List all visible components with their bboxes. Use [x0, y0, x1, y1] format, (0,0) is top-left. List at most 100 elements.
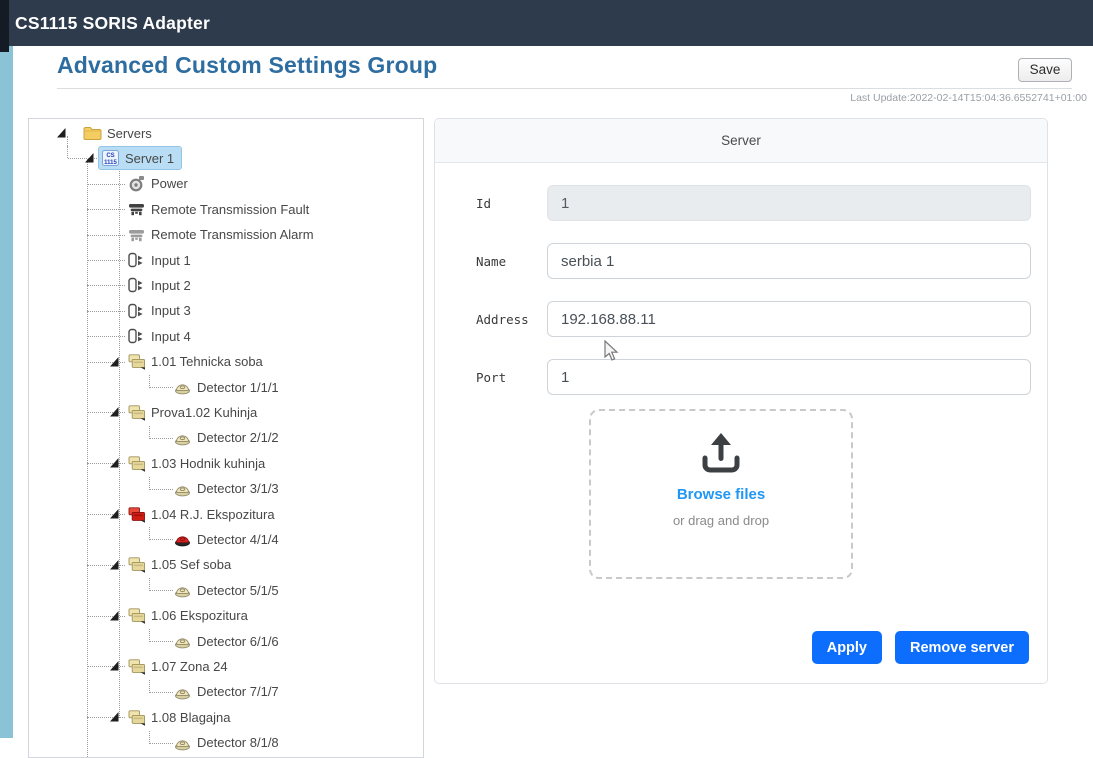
expander-icon[interactable] — [110, 611, 119, 621]
expander-icon[interactable] — [110, 458, 119, 468]
tree-item-detector-6-1-6[interactable]: Detector 6/1/6 — [29, 629, 423, 654]
tree-item-label: Input 1 — [151, 253, 191, 268]
expander-icon[interactable] — [85, 153, 94, 163]
tree-item-wrap: Power — [125, 173, 195, 195]
tree-connector-line — [87, 717, 125, 718]
tree-item-label: Detector 6/1/6 — [197, 634, 279, 649]
tree-item-wrap: 1.03 Hodnik kuhinja — [125, 452, 272, 474]
address-label: Address — [476, 312, 547, 327]
expander-icon[interactable] — [110, 509, 119, 519]
apply-button[interactable]: Apply — [812, 631, 882, 664]
browse-files-link[interactable]: Browse files — [591, 486, 851, 503]
zone-icon — [127, 556, 146, 573]
folder-icon — [83, 125, 102, 141]
address-field[interactable] — [547, 301, 1031, 337]
tree-item-label: Input 4 — [151, 329, 191, 344]
tree-item-prova1-02-kuhinja[interactable]: Prova1.02 Kuhinja — [29, 400, 423, 425]
id-field-row: Id — [435, 185, 1047, 221]
id-label: Id — [476, 196, 547, 211]
tree-item-remote-transmission-alarm[interactable]: Remote Transmission Alarm — [29, 223, 423, 248]
tree-item-label: Detector 7/1/7 — [197, 684, 279, 699]
tree-item-wrap: Detector 2/1/2 — [171, 427, 286, 449]
name-field[interactable] — [547, 243, 1031, 279]
input-icon — [127, 303, 146, 319]
input-icon — [127, 328, 146, 344]
tree-item-label: Detector 5/1/5 — [197, 583, 279, 598]
file-dropzone[interactable]: Browse files or drag and drop — [589, 409, 853, 579]
tree-connector-line — [87, 311, 125, 312]
server-tree: ServersCS1115Server 1 Power Remote Transmi… — [28, 118, 424, 758]
tree-item-label: 1.04 R.J. Ekspozitura — [151, 507, 275, 522]
tree-item-detector-5-1-5[interactable]: Detector 5/1/5 — [29, 578, 423, 603]
tree-item-label: 1.06 Ekspozitura — [151, 608, 248, 623]
tree-item-label: Remote Transmission Alarm — [151, 227, 314, 242]
zone-icon — [127, 404, 146, 421]
tree-item-1-06-ekspozitura[interactable]: 1.06 Ekspozitura — [29, 604, 423, 629]
tree-connector-line — [150, 590, 173, 591]
expander-icon[interactable] — [110, 357, 119, 367]
tree-item-1-04-r-j-ekspozitura[interactable]: 1.04 R.J. Ekspozitura — [29, 502, 423, 527]
tree-item-label: Prova1.02 Kuhinja — [151, 405, 257, 420]
tree-item-detector-8-1-8[interactable]: Detector 8/1/8 — [29, 731, 423, 756]
tree-connector-line — [150, 438, 173, 439]
port-label: Port — [476, 370, 547, 385]
tree-item-input-4[interactable]: Input 4 — [29, 324, 423, 349]
tree-item-wrap: Input 3 — [125, 300, 198, 322]
tree-item-power[interactable]: Power — [29, 172, 423, 197]
tree-item-label: 1.01 Tehnicka soba — [151, 354, 263, 369]
expander-icon[interactable] — [110, 560, 119, 570]
tree-item-detector-3-1-3[interactable]: Detector 3/1/3 — [29, 477, 423, 502]
tree-connector-line — [87, 209, 125, 210]
input-icon — [127, 277, 146, 293]
address-field-row: Address — [435, 301, 1047, 337]
expander-icon[interactable] — [110, 712, 119, 722]
page-title: Advanced Custom Settings Group — [57, 52, 437, 79]
tree-item-1-07-zona-24[interactable]: 1.07 Zona 24 — [29, 654, 423, 679]
tree-item-remote-transmission-fault[interactable]: Remote Transmission Fault — [29, 197, 423, 222]
tree-connector-line — [150, 489, 173, 490]
tree-connector-line — [150, 387, 173, 388]
tree-item-detector-2-1-2[interactable]: Detector 2/1/2 — [29, 426, 423, 451]
id-field — [547, 185, 1031, 221]
tree-item-1-03-hodnik-kuhinja[interactable]: 1.03 Hodnik kuhinja — [29, 451, 423, 476]
tree-guide-line — [67, 136, 68, 146]
title-divider — [57, 88, 1072, 89]
tree-item-label: 1.07 Zona 24 — [151, 659, 228, 674]
tree-item-wrap: Input 4 — [125, 325, 198, 347]
server-form-panel: Server Id Name Address Port Browse files… — [434, 118, 1048, 684]
tree-item-label: Server 1 — [125, 151, 174, 166]
tree-item-wrap: 1.04 R.J. Ekspozitura — [125, 503, 282, 525]
tree-item-wrap: Remote Transmission Fault — [125, 198, 316, 220]
tree-item-wrap: 1.05 Sef soba — [125, 554, 238, 576]
expander-icon[interactable] — [110, 407, 119, 417]
tree-item-detector-7-1-7[interactable]: Detector 7/1/7 — [29, 680, 423, 705]
tree-connector-line — [87, 285, 125, 286]
tree-item-1-05-sef-soba[interactable]: 1.05 Sef soba — [29, 553, 423, 578]
expander-icon[interactable] — [57, 128, 66, 138]
tree-item-server-1[interactable]: CS1115Server 1 — [29, 146, 423, 171]
tree-item-input-2[interactable]: Input 2 — [29, 273, 423, 298]
detector-icon — [173, 735, 192, 751]
tree-item-input-1[interactable]: Input 1 — [29, 248, 423, 273]
tree-connector-line — [87, 463, 125, 464]
tree-connector-line — [87, 514, 125, 515]
tree-connector-line — [87, 666, 125, 667]
tree-item-servers[interactable]: Servers — [29, 121, 423, 146]
drag-drop-hint: or drag and drop — [591, 513, 851, 528]
tree-item-detector-1-1-1[interactable]: Detector 1/1/1 — [29, 375, 423, 400]
tree-item-detector-4-1-4[interactable]: Detector 4/1/4 — [29, 527, 423, 552]
tree-connector-line — [150, 692, 173, 693]
tree-item-1-08-blagajna[interactable]: 1.08 Blagajna — [29, 705, 423, 730]
tree-connector-line — [87, 565, 125, 566]
tree-item-wrap: Detector 3/1/3 — [171, 478, 286, 500]
expander-icon[interactable] — [110, 661, 119, 671]
tree-item-label: 1.03 Hodnik kuhinja — [151, 456, 265, 471]
save-button[interactable]: Save — [1018, 58, 1072, 82]
tree-item-label: Input 3 — [151, 303, 191, 318]
tree-connector-line — [87, 235, 125, 236]
tree-item-label: Power — [151, 176, 188, 191]
tree-item-wrap: Detector 6/1/6 — [171, 630, 286, 652]
tree-item-input-3[interactable]: Input 3 — [29, 299, 423, 324]
remove-server-button[interactable]: Remove server — [895, 631, 1029, 664]
tree-item-1-01-tehnicka-soba[interactable]: 1.01 Tehnicka soba — [29, 350, 423, 375]
